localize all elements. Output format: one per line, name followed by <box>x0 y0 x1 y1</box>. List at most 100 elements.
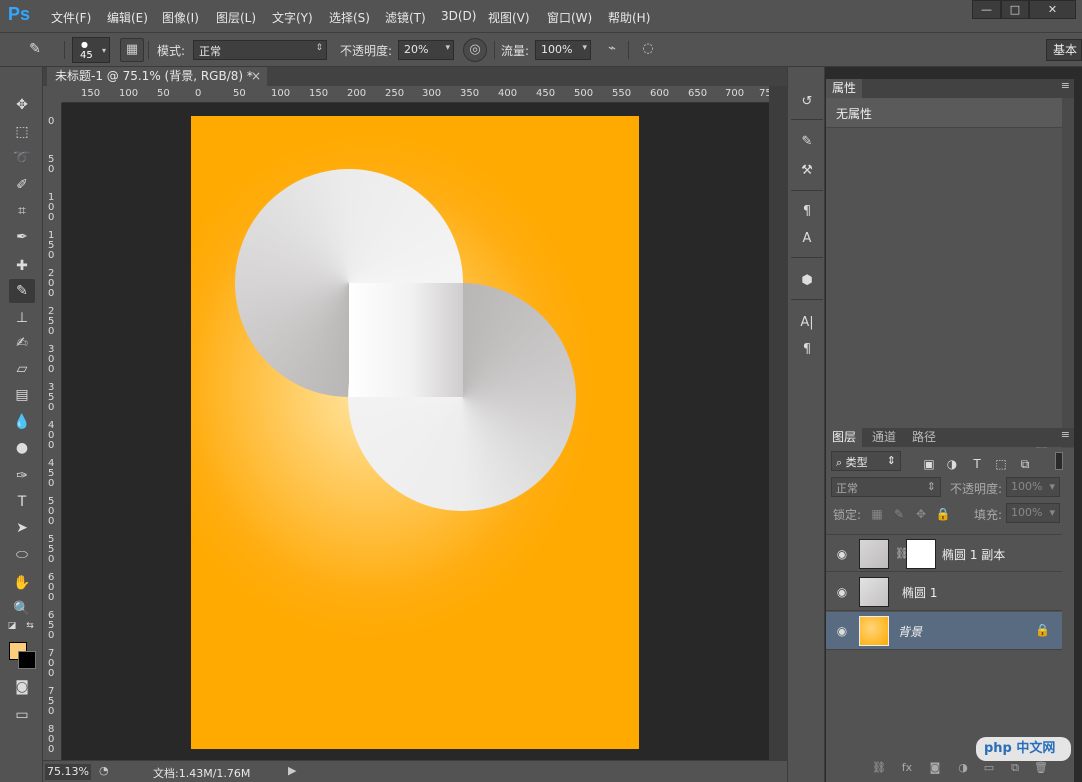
close-button[interactable]: ✕ <box>1029 0 1076 19</box>
menu-filter[interactable]: 滤镜(T) <box>385 9 426 26</box>
swap-colors-icon[interactable]: ⇆ <box>24 620 36 632</box>
close-icon[interactable]: × <box>251 67 261 85</box>
eye-icon[interactable]: ◉ <box>834 547 850 561</box>
fill-field[interactable]: 100% ▾ <box>1006 503 1060 523</box>
adjustment-filter-icon[interactable]: ◑ <box>944 456 960 472</box>
status-info-icon[interactable]: ◔ <box>99 764 109 777</box>
gradient-tool-icon[interactable]: ▤ <box>9 383 35 407</box>
eraser-tool-icon[interactable]: ▱ <box>9 357 35 381</box>
opacity-field[interactable]: 20% ▾ <box>398 40 454 60</box>
blend-mode-select[interactable]: 正常 ⇕ <box>831 477 941 497</box>
ellipse-tool-icon[interactable]: ⬭ <box>9 543 35 567</box>
maximize-button[interactable]: □ <box>1001 0 1029 19</box>
canvas-scrollbar[interactable] <box>769 86 787 760</box>
lock-pixels-icon[interactable]: ✎ <box>891 506 907 522</box>
paragraph-styles-icon[interactable]: ¶ <box>795 201 819 223</box>
menu-edit[interactable]: 编辑(E) <box>107 9 148 26</box>
default-colors-icon[interactable]: ◪ <box>6 620 18 632</box>
document-tab[interactable]: 未标题-1 @ 75.1% (背景, RGB/8) * × <box>47 67 267 86</box>
menu-view[interactable]: 视图(V) <box>488 9 530 26</box>
smart-object-filter-icon[interactable]: ⧉ <box>1017 456 1033 472</box>
brush-size-picker[interactable]: ● 45 ▾ <box>72 37 110 63</box>
move-tool-icon[interactable]: ✥ <box>9 93 35 117</box>
eye-icon[interactable]: ◉ <box>834 585 850 599</box>
minimize-button[interactable]: — <box>972 0 1001 19</box>
tool-presets-icon[interactable]: ⚒ <box>795 160 819 182</box>
tab-properties[interactable]: 属性 <box>826 79 863 98</box>
brush-panel-toggle-icon[interactable]: ▦ <box>120 38 144 62</box>
panel-menu-icon[interactable]: ≡ <box>1061 428 1070 441</box>
delete-layer-icon[interactable]: 🗑 <box>1032 761 1050 777</box>
properties-scrollbar[interactable] <box>1062 98 1074 474</box>
shape-filter-icon[interactable]: ⬚ <box>993 456 1009 472</box>
mode-select[interactable]: 正常 ⇕ <box>193 40 327 60</box>
lock-position-icon[interactable]: ✥ <box>913 506 929 522</box>
brush-presets-icon[interactable]: ✎ <box>795 131 819 153</box>
menu-select[interactable]: 选择(S) <box>329 9 370 26</box>
add-mask-icon[interactable]: ◙ <box>926 761 944 777</box>
eye-icon[interactable]: ◉ <box>834 624 850 638</box>
workspace-switcher[interactable]: 基本 <box>1046 39 1082 61</box>
layer-row[interactable]: ◉ 背景 🔒 <box>826 612 1062 650</box>
crop-tool-icon[interactable]: ⌗ <box>9 199 35 223</box>
character-panel-icon[interactable]: A| <box>795 312 819 334</box>
path-selection-tool-icon[interactable]: ➤ <box>9 516 35 540</box>
menu-help[interactable]: 帮助(H) <box>608 9 650 26</box>
menu-image[interactable]: 图像(I) <box>162 9 199 26</box>
panel-menu-icon[interactable]: ≡ <box>1061 79 1070 92</box>
pen-tool-icon[interactable]: ✑ <box>9 464 35 488</box>
layer-row[interactable]: ◉ 椭圆 1 <box>826 573 1062 611</box>
quick-selection-tool-icon[interactable]: ✐ <box>9 173 35 197</box>
screen-mode-icon[interactable]: ▭ <box>9 703 35 727</box>
chevron-right-icon[interactable]: ▶ <box>288 764 296 777</box>
layer-style-icon[interactable]: fx <box>898 761 916 777</box>
menu-file[interactable]: 文件(F) <box>51 9 91 26</box>
marquee-tool-icon[interactable]: ⬚ <box>9 120 35 144</box>
layer-filter-select[interactable]: ⌕ 类型 ⇕ <box>831 451 901 471</box>
lock-all-icon[interactable]: 🔒 <box>935 506 951 522</box>
new-group-icon[interactable]: ▭ <box>980 761 998 777</box>
lock-transparent-icon[interactable]: ▦ <box>869 506 885 522</box>
menu-3d[interactable]: 3D(D) <box>441 9 476 23</box>
new-layer-icon[interactable]: ⧉ <box>1006 761 1024 777</box>
character-styles-icon[interactable]: A <box>795 228 819 250</box>
menu-layer[interactable]: 图层(L) <box>216 9 256 26</box>
tab-channels[interactable]: 通道 <box>866 428 902 447</box>
brush-tool-preset-icon[interactable]: ✎ <box>22 37 48 61</box>
type-tool-icon[interactable]: T <box>9 490 35 514</box>
dodge-tool-icon[interactable]: ● <box>9 436 35 460</box>
pixel-filter-icon[interactable]: ▣ <box>921 456 937 472</box>
tab-paths[interactable]: 路径 <box>906 428 942 447</box>
document-canvas[interactable] <box>191 116 639 749</box>
hand-tool-icon[interactable]: ✋ <box>9 571 35 595</box>
type-filter-icon[interactable]: T <box>969 456 985 472</box>
layer-opacity-field[interactable]: 100% ▾ <box>1006 477 1060 497</box>
history-brush-tool-icon[interactable]: ✍ <box>9 331 35 355</box>
quick-mask-icon[interactable]: ◙ <box>9 675 35 699</box>
pressure-size-icon[interactable]: ◌ <box>636 38 660 62</box>
zoom-tool-icon[interactable]: 🔍 <box>9 597 35 621</box>
adjustment-layer-icon[interactable]: ◑ <box>954 761 972 777</box>
airbrush-icon[interactable]: ⌁ <box>600 38 624 62</box>
menu-window[interactable]: 窗口(W) <box>547 9 592 26</box>
link-layers-icon[interactable]: ⛓ <box>870 761 888 777</box>
brush-tool-icon[interactable]: ✎ <box>9 279 35 303</box>
history-panel-icon[interactable]: ↺ <box>795 91 819 113</box>
zoom-field[interactable]: 75.13% <box>45 764 91 780</box>
3d-panel-icon[interactable]: ⬢ <box>795 270 819 292</box>
canvas-workspace[interactable] <box>62 103 769 760</box>
pressure-opacity-icon[interactable]: ◎ <box>463 38 487 62</box>
lasso-tool-icon[interactable]: ➰ <box>9 146 35 170</box>
clone-stamp-tool-icon[interactable]: ⊥ <box>9 306 35 330</box>
blur-tool-icon[interactable]: 💧 <box>9 410 35 434</box>
ruler-tick-label: 8 0 0 <box>48 724 55 755</box>
tab-layers[interactable]: 图层 <box>826 428 863 447</box>
flow-field[interactable]: 100% ▾ <box>535 40 591 60</box>
layer-row[interactable]: ◉ ⛓ 椭圆 1 副本 <box>826 534 1062 572</box>
paragraph-panel-icon[interactable]: ¶ <box>795 339 819 361</box>
healing-brush-tool-icon[interactable]: ✚ <box>9 254 35 278</box>
filter-toggle[interactable] <box>1055 452 1063 470</box>
eyedropper-tool-icon[interactable]: ✒ <box>9 225 35 249</box>
menu-type[interactable]: 文字(Y) <box>272 9 313 26</box>
background-color-swatch[interactable] <box>18 651 36 669</box>
